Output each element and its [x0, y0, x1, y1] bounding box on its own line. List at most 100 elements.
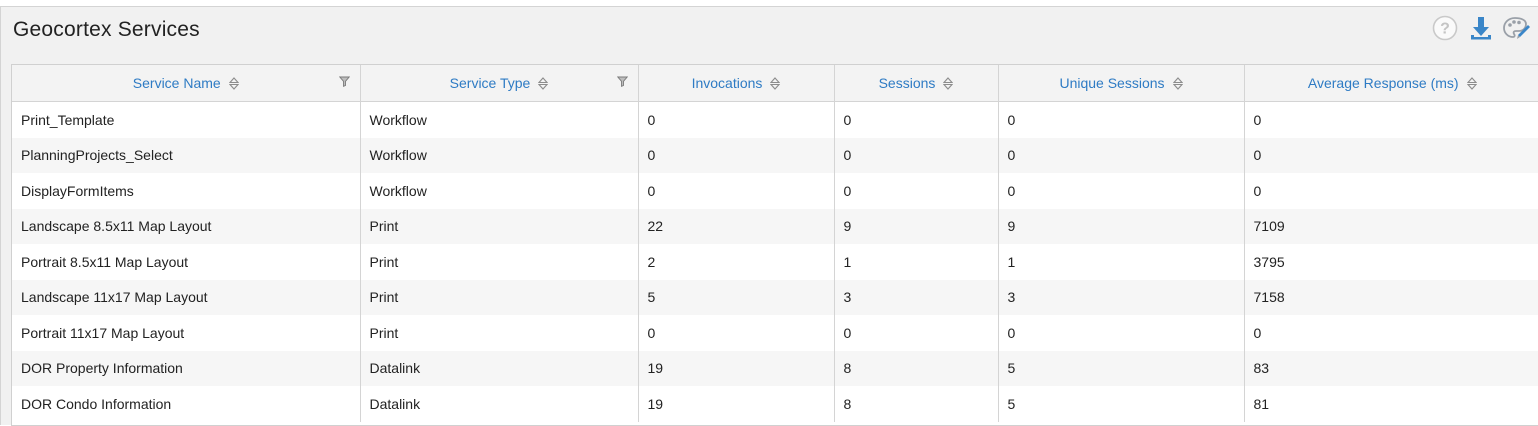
- column-header-label[interactable]: Service Type: [450, 75, 549, 91]
- table-cell-unique-sessions: 0: [998, 315, 1245, 351]
- table-cell-average-response-ms: 0: [1244, 315, 1538, 351]
- column-header-label[interactable]: Sessions: [879, 75, 954, 91]
- table-row[interactable]: Landscape 8.5x11 Map Layout Print 22 9 9 7109: [12, 208, 1538, 244]
- sort-icon[interactable]: [1466, 76, 1477, 90]
- table-cell-unique-sessions: 0: [998, 137, 1245, 173]
- table-cell-sessions: 0: [834, 137, 999, 173]
- table-row[interactable]: DOR Property Information Datalink 19 8 5 83: [12, 350, 1538, 386]
- column-header-label[interactable]: Service Name: [133, 75, 239, 91]
- table-cell-sessions: 8: [834, 350, 999, 386]
- table-cell-invocations: 0: [638, 173, 835, 209]
- table-cell-invocations: 5: [638, 279, 835, 315]
- table-row[interactable]: Print_Template Workflow 0 0 0 0: [12, 101, 1538, 138]
- column-header-average-response-ms[interactable]: Average Response (ms): [1244, 65, 1538, 102]
- download-icon: [1468, 15, 1494, 46]
- table-cell-service-type: Datalink: [360, 386, 639, 422]
- palette-icon: [1503, 15, 1531, 46]
- table-cell-unique-sessions: 0: [998, 101, 1245, 138]
- help-icon: ?: [1432, 15, 1458, 46]
- table-cell-unique-sessions: 9: [998, 208, 1245, 244]
- table-cell-sessions: 0: [834, 315, 999, 351]
- table-cell-invocations: 19: [638, 386, 835, 422]
- table-cell-unique-sessions: 3: [998, 279, 1245, 315]
- services-table: Service Name Service Type Invocations Sessi…: [11, 64, 1538, 426]
- sort-icon[interactable]: [538, 76, 549, 90]
- table-cell-service-type: Workflow: [360, 101, 639, 138]
- table-cell-service-type: Workflow: [360, 137, 639, 173]
- panel-toolbar: ?: [1430, 15, 1532, 45]
- table-cell-invocations: 22: [638, 208, 835, 244]
- column-header-sessions[interactable]: Sessions: [834, 65, 999, 102]
- column-label: Average Response (ms): [1307, 75, 1459, 91]
- table-cell-service-name: DOR Condo Information: [12, 386, 361, 422]
- table-row[interactable]: DisplayFormItems Workflow 0 0 0 0: [12, 173, 1538, 209]
- sort-icon[interactable]: [943, 76, 954, 90]
- table-cell-service-name: DOR Property Information: [12, 350, 361, 386]
- sort-icon[interactable]: [1172, 76, 1183, 90]
- table-cell-service-name: Portrait 8.5x11 Map Layout: [12, 244, 361, 280]
- table-cell-average-response-ms: 0: [1244, 101, 1538, 138]
- column-label: Service Name: [132, 75, 221, 91]
- table-cell-average-response-ms: 0: [1244, 173, 1538, 209]
- table-cell-sessions: 9: [834, 208, 999, 244]
- table-cell-average-response-ms: 7109: [1244, 208, 1538, 244]
- column-label: Unique Sessions: [1059, 75, 1165, 91]
- table-row[interactable]: PlanningProjects_Select Workflow 0 0 0 0: [12, 137, 1538, 173]
- table-cell-sessions: 3: [834, 279, 999, 315]
- column-header-label[interactable]: Unique Sessions: [1059, 75, 1183, 91]
- table-cell-service-name: Portrait 11x17 Map Layout: [12, 315, 361, 351]
- table-cell-service-type: Print: [360, 244, 639, 280]
- column-header-service-name[interactable]: Service Name: [12, 65, 361, 102]
- table-cell-average-response-ms: 81: [1244, 386, 1538, 422]
- table-row[interactable]: Portrait 11x17 Map Layout Print 0 0 0 0: [12, 315, 1538, 351]
- column-label: Sessions: [878, 75, 936, 91]
- help-button[interactable]: ?: [1430, 15, 1460, 45]
- table-cell-service-type: Datalink: [360, 350, 639, 386]
- table-cell-invocations: 19: [638, 350, 835, 386]
- table-row[interactable]: Portrait 8.5x11 Map Layout Print 2 1 1 3795: [12, 244, 1538, 280]
- table-row[interactable]: Landscape 11x17 Map Layout Print 5 3 3 7158: [12, 279, 1538, 315]
- table-cell-unique-sessions: 0: [998, 173, 1245, 209]
- table-cell-unique-sessions: 5: [998, 386, 1245, 422]
- table-cell-service-name: Landscape 8.5x11 Map Layout: [12, 208, 361, 244]
- table-cell-service-type: Print: [360, 279, 639, 315]
- filter-icon[interactable]: [616, 74, 628, 90]
- table-cell-invocations: 0: [638, 137, 835, 173]
- table-cell-service-type: Print: [360, 315, 639, 351]
- services-panel: Geocortex Services ? Service Name Servic…: [0, 6, 1538, 426]
- table-cell-invocations: 0: [638, 101, 835, 138]
- download-button[interactable]: [1466, 15, 1496, 45]
- column-header-service-type[interactable]: Service Type: [360, 65, 639, 102]
- sort-icon[interactable]: [770, 76, 781, 90]
- column-header-invocations[interactable]: Invocations: [638, 65, 835, 102]
- panel-title: Geocortex Services: [13, 18, 200, 41]
- table-cell-average-response-ms: 3795: [1244, 244, 1538, 280]
- table-cell-unique-sessions: 1: [998, 244, 1245, 280]
- column-label: Service Type: [449, 75, 531, 91]
- table-cell-service-name: Landscape 11x17 Map Layout: [12, 279, 361, 315]
- sort-icon[interactable]: [228, 76, 239, 90]
- table-cell-sessions: 0: [834, 173, 999, 209]
- table-cell-sessions: 1: [834, 244, 999, 280]
- table-cell-unique-sessions: 5: [998, 350, 1245, 386]
- column-header-unique-sessions[interactable]: Unique Sessions: [998, 65, 1245, 102]
- table-cell-invocations: 0: [638, 315, 835, 351]
- table-cell-sessions: 0: [834, 101, 999, 138]
- table-cell-service-name: Print_Template: [12, 101, 361, 138]
- table-row[interactable]: DOR Condo Information Datalink 19 8 5 81: [12, 386, 1538, 422]
- table-cell-service-type: Print: [360, 208, 639, 244]
- column-label: Invocations: [691, 75, 763, 91]
- table-cell-average-response-ms: 7158: [1244, 279, 1538, 315]
- svg-text:?: ?: [1440, 20, 1450, 37]
- table-cell-average-response-ms: 83: [1244, 350, 1538, 386]
- table-cell-service-type: Workflow: [360, 173, 639, 209]
- table-cell-invocations: 2: [638, 244, 835, 280]
- table-cell-average-response-ms: 0: [1244, 137, 1538, 173]
- filter-icon[interactable]: [338, 74, 350, 90]
- table-cell-service-name: DisplayFormItems: [12, 173, 361, 209]
- table-cell-sessions: 8: [834, 386, 999, 422]
- customize-button[interactable]: [1502, 15, 1532, 45]
- column-header-label[interactable]: Invocations: [692, 75, 781, 91]
- table-cell-service-name: PlanningProjects_Select: [12, 137, 361, 173]
- column-header-label[interactable]: Average Response (ms): [1308, 75, 1477, 91]
